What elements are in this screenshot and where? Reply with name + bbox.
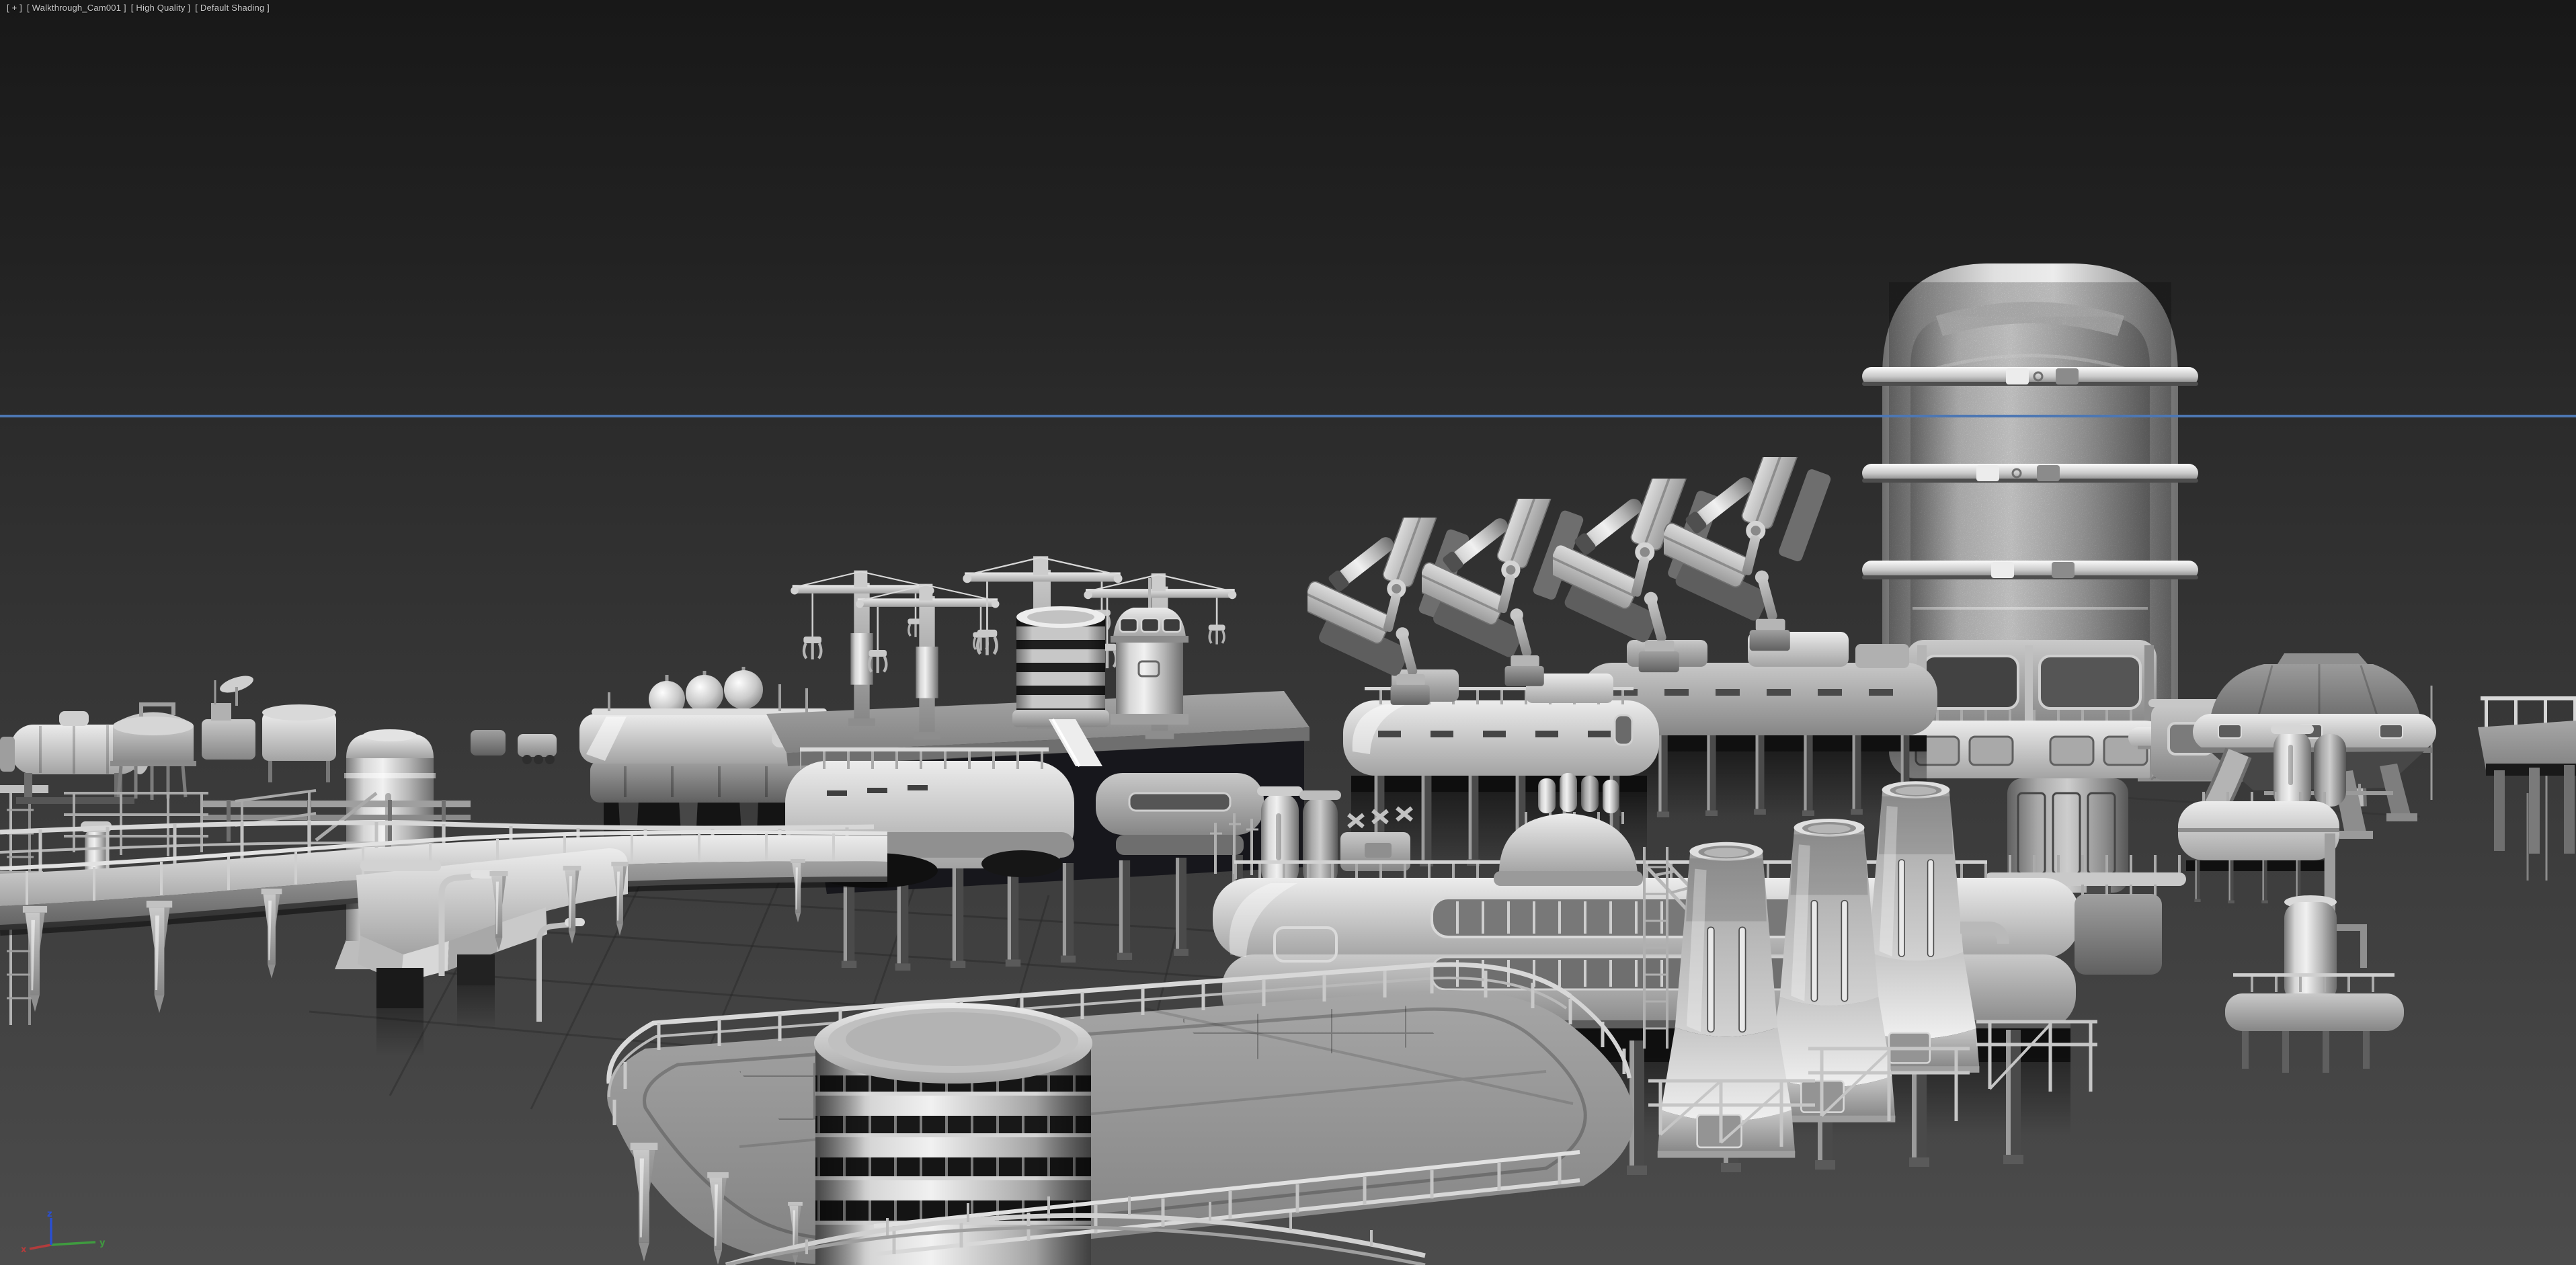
saucer-hangar[interactable] — [2148, 653, 2436, 903]
landing-pad[interactable] — [607, 965, 1634, 1265]
pad-control-tower[interactable] — [814, 1003, 1092, 1265]
axis-z-label: z — [47, 1209, 52, 1219]
tank-ring — [1862, 561, 2198, 579]
camera-path-spline[interactable] — [0, 415, 2576, 417]
satellite-array[interactable] — [1414, 475, 1584, 686]
viewport-menu-general[interactable]: [ + ] — [7, 3, 22, 13]
slatted-silo[interactable] — [1012, 606, 1109, 727]
elevated-walkway[interactable] — [0, 821, 887, 1055]
control-tower[interactable] — [1111, 578, 1189, 725]
3d-viewport: [ + ] [ Walkthrough_Cam001 ] [ High Qual… — [0, 0, 2576, 1265]
axis-x-label: x — [21, 1245, 27, 1255]
dome-tank-unit[interactable] — [110, 704, 196, 800]
viewport-menu-quality[interactable]: [ High Quality ] — [131, 3, 190, 13]
satellite-array[interactable] — [1655, 433, 1832, 651]
tank-ring — [1862, 464, 2198, 483]
viewport-menu-camera[interactable]: [ Walkthrough_Cam001 ] — [27, 3, 126, 13]
axis-x-line — [30, 1245, 51, 1249]
axis-y-line — [51, 1242, 95, 1245]
scene-render — [0, 0, 2576, 1265]
viewport-label: [ + ] [ Walkthrough_Cam001 ] [ High Qual… — [7, 3, 270, 13]
world-axis-gizmo: x y z — [17, 1209, 118, 1262]
axis-y-label: y — [99, 1238, 106, 1248]
tank-ring — [1862, 367, 2198, 386]
viewport-menu-shading[interactable]: [ Default Shading ] — [195, 3, 270, 13]
